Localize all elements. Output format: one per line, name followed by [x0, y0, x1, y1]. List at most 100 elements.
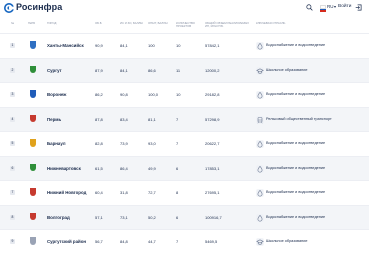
projects-count: 6	[176, 214, 179, 220]
rank-badge: 8	[10, 214, 15, 220]
obb-value: 82,8	[95, 141, 103, 146]
column-projects[interactable]: Количество проектов	[176, 21, 202, 29]
city-name-link[interactable]: Пермь	[47, 117, 61, 122]
volume-value: 29182,8	[205, 92, 220, 97]
column-sector[interactable]: Ключевая отрасль	[256, 21, 285, 25]
coat-of-arms-icon	[30, 237, 36, 245]
sector-label: Водоснабжение и водоотведение	[266, 165, 326, 170]
iszo-value: 73,9	[120, 141, 128, 146]
water-drop-icon	[256, 164, 264, 173]
iszo-value: 90,8	[120, 92, 128, 97]
column-obb[interactable]: Об.б	[95, 21, 102, 25]
obb-value: 87,8	[95, 116, 103, 122]
table-row[interactable]: 2 Сургут 87,9 84,1 86,6 11 12000,2 Школьное обр…	[0, 57, 369, 82]
city-name-link[interactable]: Ханты-Мансийск	[47, 43, 84, 48]
obb-value: 86,2	[95, 92, 103, 97]
city-name-link[interactable]: Нижневартовск	[47, 166, 81, 171]
projects-count: 7	[176, 141, 179, 146]
city-name-link[interactable]: Воронеж	[47, 92, 66, 97]
russia-flag-icon	[320, 5, 326, 12]
column-experience[interactable]: Опыт, баллы	[148, 21, 172, 25]
experience-value: 86,6	[148, 67, 156, 73]
volume-value: 12000,2	[205, 67, 220, 73]
water-drop-icon	[256, 91, 264, 99]
rank-badge: 4	[10, 116, 15, 122]
rank-badge: 1	[10, 43, 15, 48]
coat-of-arms-icon	[30, 212, 36, 220]
volume-value: 57842,1	[205, 43, 220, 48]
rank-badge: 3	[10, 92, 15, 97]
iszo-value: 31,8	[120, 190, 128, 195]
city-name-link[interactable]: Нижний Новгород	[47, 190, 86, 195]
obb-value: 87,9	[95, 67, 103, 73]
volume-value: 17853,1	[205, 165, 220, 171]
volume-value: 57298,9	[205, 116, 220, 122]
table-row[interactable]: 7 Нижний Новгород 60,4 31,8 72,7 8 27695,1 Водо…	[0, 180, 369, 205]
projects-count: 10	[176, 43, 181, 48]
table-row[interactable]: 8 Волгоград 57,1 73,1 50,2 6 100916,7 Водоснабж…	[0, 204, 369, 229]
obb-value: 61,5	[95, 165, 103, 171]
iszo-value: 84,1	[120, 43, 128, 48]
brand-name[interactable]: Росинфра	[16, 2, 62, 12]
sector-label: Водоснабжение и водоотведение	[266, 141, 326, 145]
login-link[interactable]: Войти	[338, 4, 351, 9]
experience-value: 93,0	[148, 141, 156, 146]
obb-value: 60,4	[95, 190, 103, 195]
sector-label: Школьное образование	[266, 67, 308, 72]
coat-of-arms-icon	[30, 41, 36, 49]
city-name-link[interactable]: Волгоград	[47, 215, 70, 220]
school-icon	[256, 238, 264, 246]
city-name-link[interactable]: Барнаул	[47, 141, 66, 146]
water-drop-icon	[256, 213, 264, 222]
rosinfra-logo-icon[interactable]	[4, 3, 14, 13]
coat-of-arms-icon	[30, 65, 36, 73]
iszo-value: 83,4	[120, 116, 128, 122]
experience-value: 100	[148, 43, 155, 48]
experience-value: 81,1	[148, 116, 156, 122]
coat-of-arms-icon	[30, 163, 36, 171]
iszo-value: 73,1	[120, 214, 128, 220]
sector-label: Рельсовый общественный транспорт	[266, 116, 332, 121]
school-icon	[256, 66, 264, 75]
experience-value: 72,7	[148, 190, 156, 195]
column-rank[interactable]: №	[11, 21, 14, 25]
projects-count: 6	[176, 165, 179, 171]
coat-of-arms-icon	[30, 90, 36, 98]
table-header: № Герб Город Об.б ИС и ЗО, баллы Опыт, б…	[0, 19, 369, 33]
projects-count: 11	[176, 67, 181, 73]
obb-value: 90,9	[95, 43, 103, 48]
projects-count: 8	[176, 190, 179, 195]
iszo-value: 86,4	[120, 165, 128, 171]
search-icon[interactable]	[306, 4, 313, 11]
rank-badge: 5	[10, 141, 15, 146]
rank-badge: 2	[10, 67, 15, 73]
volume-value: 100916,7	[205, 214, 222, 220]
column-coat: Герб	[28, 21, 36, 25]
tram-icon	[256, 115, 264, 124]
top-header: Росинфра RU ▾ Войти	[0, 0, 369, 15]
sector-label: Водоснабжение и водоотведение	[266, 92, 326, 96]
experience-value: 100,0	[148, 92, 159, 97]
table-row[interactable]: 9 Сургутский район 56,7 84,8 44,7 7 5469,5 Школ…	[0, 229, 369, 254]
sector-label: Водоснабжение и водоотведение	[266, 214, 326, 219]
login-icon[interactable]	[355, 4, 362, 11]
table-row[interactable]: 1 Ханты-Мансийск 90,9 84,1 100 10 57842,1 Водос…	[0, 33, 369, 58]
column-volume[interactable]: Общий объем реализуемых ИП, млн руб.	[205, 21, 251, 29]
rank-badge: 6	[10, 165, 15, 171]
experience-value: 49,9	[148, 165, 156, 171]
water-drop-icon	[256, 42, 264, 50]
coat-of-arms-icon	[30, 139, 36, 147]
table-row[interactable]: 4 Пермь 87,8 83,4 81,1 7 57298,9 Рельсовый обще…	[0, 106, 369, 131]
column-iszo[interactable]: ИС и ЗО, баллы	[120, 21, 144, 25]
table-row[interactable]: 6 Нижневартовск 61,5 86,4 49,9 6 17853,1 Водосн…	[0, 155, 369, 180]
water-drop-icon	[256, 189, 264, 197]
coat-of-arms-icon	[30, 114, 36, 122]
volume-value: 20622,7	[205, 141, 220, 146]
table-row[interactable]: 3 Воронеж 86,2 90,8 100,0 10 29182,8 Водоснабже…	[0, 82, 369, 107]
column-city[interactable]: Город	[47, 21, 56, 25]
city-name-link[interactable]: Сургут	[47, 68, 62, 73]
obb-value: 57,1	[95, 214, 103, 220]
iszo-value: 84,1	[120, 67, 128, 73]
sector-label: Водоснабжение и водоотведение	[266, 190, 326, 194]
table-row[interactable]: 5 Барнаул 82,8 73,9 93,0 7 20622,7 Водоснабжени…	[0, 131, 369, 156]
